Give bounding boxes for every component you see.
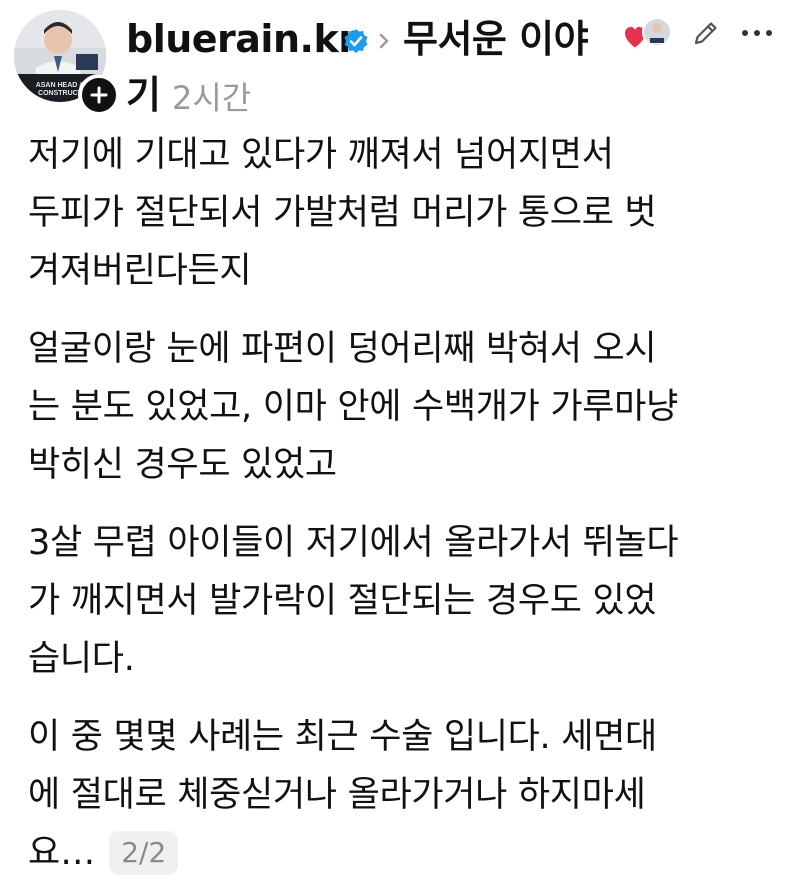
username-link[interactable]: bluerain.kr <box>126 16 357 62</box>
page-count-badge: 2/2 <box>109 831 179 875</box>
post-last-line: 요… 2/2 <box>28 824 788 882</box>
verified-badge-icon <box>344 29 368 53</box>
more-horizontal-icon[interactable] <box>738 18 776 48</box>
post-timestamp: 2시간 <box>172 79 252 117</box>
post-truncated-text: 요… <box>28 833 96 873</box>
topic-link-continued[interactable]: 기 <box>126 72 161 118</box>
post-paragraph-2: 얼굴이랑 눈에 파편이 덩어리째 박혀서 오시 는 분도 있었고, 이마 안에 … <box>28 329 678 485</box>
post-card: ASAN HEAD & CONSTRUCT bluerain.kr 무서운 이야… <box>0 0 800 875</box>
post-body: 저기에 기대고 있다가 깨져서 넘어지면서 두피가 절단되서 가발처럼 머리가 … <box>28 126 788 882</box>
follow-button[interactable] <box>78 74 120 116</box>
post-header: bluerain.kr 무서운 이야 기 2시간 <box>126 6 786 118</box>
heart-reaction-icon[interactable] <box>623 16 673 52</box>
post-paragraph-4: 이 중 몇몇 사례는 최근 수술 입니다. 세면대 에 절대로 체중싣거나 올라… <box>28 717 657 815</box>
plus-icon <box>90 86 108 104</box>
chevron-right-icon <box>379 33 389 49</box>
pencil-icon[interactable] <box>691 18 721 48</box>
post-paragraph-1: 저기에 기대고 있다가 깨져서 넘어지면서 두피가 절단되서 가발처럼 머리가 … <box>28 135 657 291</box>
topic-link[interactable]: 무서운 이야 <box>403 16 589 62</box>
post-paragraph-3: 3살 무렵 아이들이 저기에서 올라가서 뛰놀다 가 깨지면서 발가락이 절단되… <box>28 523 679 679</box>
avatar-container: ASAN HEAD & CONSTRUCT <box>14 10 120 116</box>
